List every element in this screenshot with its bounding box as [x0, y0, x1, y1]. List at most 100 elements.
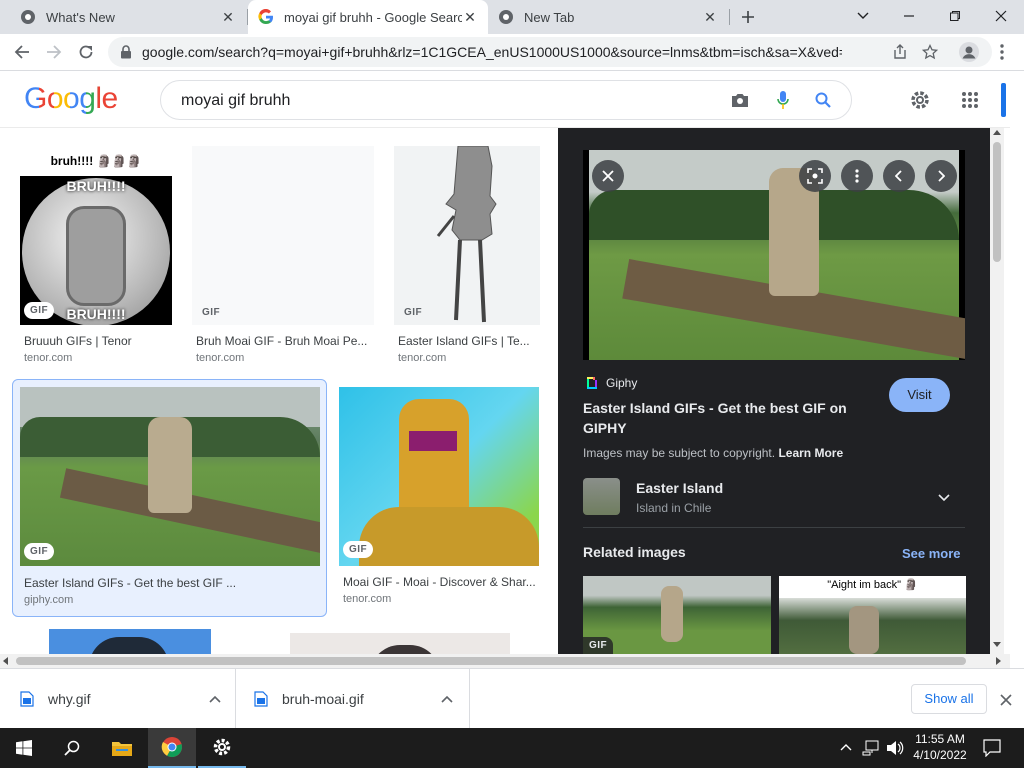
microphone-icon[interactable] [777, 90, 789, 110]
volume-icon[interactable] [886, 740, 904, 756]
learn-more-link[interactable]: Learn More [778, 446, 843, 460]
chevron-up-icon[interactable] [840, 743, 852, 751]
tab-new-tab[interactable]: New Tab ✕ [488, 0, 728, 34]
result-title[interactable]: Bruuuh GIFs | Tenor [24, 334, 174, 348]
moai-statue [849, 606, 879, 654]
tab-search-button[interactable] [840, 0, 886, 32]
scroll-right-arrow[interactable] [996, 657, 1001, 665]
settings-taskbar-button[interactable] [198, 728, 246, 768]
moai-brow [409, 431, 457, 451]
lens-button[interactable] [799, 160, 831, 192]
result-thumbnail[interactable]: GIF [339, 387, 539, 566]
scroll-down-arrow[interactable] [993, 642, 1001, 647]
more-options-button[interactable] [841, 160, 873, 192]
result-title[interactable]: Easter Island GIFs | Te... [398, 334, 534, 348]
profile-badge[interactable] [1001, 83, 1006, 117]
result-source: tenor.com [343, 593, 392, 605]
show-all-button[interactable]: Show all [911, 684, 987, 714]
related-image[interactable]: "Aight im back" 🗿 [779, 576, 966, 654]
download-item[interactable]: why.gif [20, 669, 236, 729]
camera-icon[interactable] [731, 92, 749, 108]
vertical-scrollbar[interactable] [990, 128, 1004, 654]
entity-title: Easter Island [636, 480, 724, 496]
result-title[interactable]: Moai GIF - Moai - Discover & Shar... [343, 575, 539, 589]
reload-button[interactable] [72, 38, 100, 66]
close-icon[interactable]: ✕ [220, 9, 236, 25]
entity-subtitle: Island in Chile [636, 501, 712, 515]
gear-icon[interactable] [909, 89, 931, 111]
image-preview-panel: Giphy Easter Island GIFs - Get the best … [558, 128, 990, 654]
scroll-left-arrow[interactable] [3, 657, 8, 665]
close-icon[interactable] [1000, 694, 1012, 706]
result-card[interactable]: GIF Bruh Moai GIF - Bruh Moai Pe... teno… [192, 146, 374, 366]
clock-time: 11:55 AM [915, 732, 965, 746]
related-image[interactable]: GIF [583, 576, 771, 654]
result-title[interactable]: Bruh Moai GIF - Bruh Moai Pe... [196, 334, 368, 348]
scroll-up-arrow[interactable] [993, 130, 1001, 135]
downloads-bar: why.gif bruh-moai.gif Show all [0, 668, 1024, 729]
notification-icon[interactable] [983, 739, 1001, 757]
horizontal-scrollbar[interactable] [0, 654, 1010, 668]
result-thumbnail[interactable] [49, 629, 211, 654]
result-thumbnail[interactable]: GIF [20, 387, 320, 566]
entity-thumbnail [583, 478, 620, 515]
new-tab-button[interactable] [736, 5, 760, 29]
minimize-icon [904, 15, 914, 17]
taskbar-search-button[interactable] [48, 728, 96, 768]
result-card[interactable]: bruh!!!! 🗿🗿🗿 BRUH!!!! BRUH!!!! GIF Bruuu… [20, 146, 172, 366]
forward-button[interactable] [40, 38, 68, 66]
url-text: google.com/search?q=moyai+gif+bruhh&rlz=… [142, 44, 842, 60]
see-more-link[interactable]: See more [902, 546, 961, 561]
chrome-menu-button[interactable] [988, 38, 1016, 66]
close-icon[interactable]: ✕ [702, 9, 718, 25]
chevron-right-icon [938, 170, 945, 182]
scrollbar-thumb[interactable] [16, 657, 966, 665]
scrollbar-thumb[interactable] [993, 142, 1001, 262]
back-button[interactable] [8, 38, 36, 66]
start-button[interactable] [0, 728, 48, 768]
result-card[interactable]: GIF Easter Island GIFs | Te... tenor.com [394, 146, 540, 366]
result-thumbnail[interactable]: GIF [394, 146, 540, 325]
entity-card[interactable]: Easter Island Island in Chile [583, 474, 965, 528]
result-title[interactable]: Easter Island GIFs - Get the best GIF ..… [24, 576, 314, 590]
star-icon[interactable] [922, 44, 938, 60]
chevron-down-icon[interactable] [938, 494, 950, 502]
visit-button[interactable]: Visit [889, 378, 950, 412]
tab-google-search[interactable]: moyai gif bruhh - Google Search ✕ [248, 0, 488, 34]
chevron-up-icon[interactable] [441, 695, 453, 703]
close-preview-button[interactable] [592, 160, 624, 192]
download-item[interactable]: bruh-moai.gif [254, 669, 470, 729]
next-button[interactable] [925, 160, 957, 192]
window-close-button[interactable] [978, 0, 1024, 32]
result-thumbnail[interactable]: GIF [192, 146, 374, 325]
search-icon[interactable] [815, 92, 831, 108]
chevron-up-icon[interactable] [209, 695, 221, 703]
share-icon[interactable] [892, 44, 908, 60]
chrome-taskbar-button[interactable] [148, 728, 196, 768]
google-logo[interactable]: Google [24, 82, 118, 116]
address-bar[interactable]: google.com/search?q=moyai+gif+bruhh&rlz=… [108, 37, 992, 67]
maximize-button[interactable] [932, 0, 978, 32]
close-icon [995, 10, 1007, 22]
preview-site[interactable]: Giphy [606, 376, 637, 390]
copyright-text: Images may be subject to copyright. [583, 446, 776, 460]
search-box[interactable]: moyai gif bruhh [160, 80, 852, 120]
chevron-down-icon [857, 12, 869, 19]
result-thumbnail[interactable] [290, 633, 510, 654]
file-explorer-button[interactable] [98, 728, 146, 768]
minimize-button[interactable] [886, 0, 932, 32]
tab-whats-new[interactable]: What's New ✕ [10, 0, 246, 34]
search-input[interactable]: moyai gif bruhh [181, 92, 290, 110]
result-card[interactable]: GIF Moai GIF - Moai - Discover & Shar...… [339, 387, 539, 617]
system-clock[interactable]: 11:55 AM 4/10/2022 [908, 731, 972, 763]
clock-date: 4/10/2022 [913, 748, 967, 762]
previous-button[interactable] [883, 160, 915, 192]
result-thumbnail[interactable]: bruh!!!! 🗿🗿🗿 BRUH!!!! BRUH!!!! GIF [20, 146, 172, 325]
profile-button[interactable] [955, 38, 983, 66]
result-card-selected[interactable]: GIF Easter Island GIFs - Get the best GI… [12, 379, 327, 617]
network-icon[interactable] [862, 740, 880, 756]
close-icon[interactable]: ✕ [462, 9, 478, 25]
file-icon [254, 691, 268, 707]
preview-title[interactable]: Easter Island GIFs - Get the best GIF on… [583, 398, 873, 438]
apps-grid-icon[interactable] [961, 91, 979, 109]
